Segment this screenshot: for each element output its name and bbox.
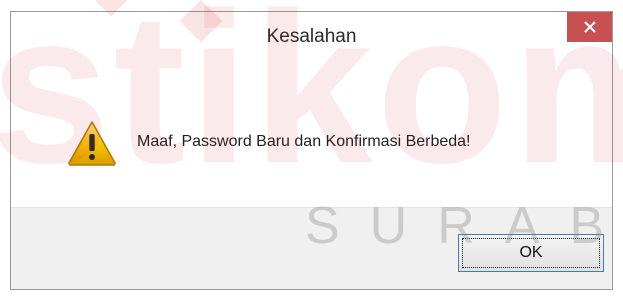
dialog-content: Maaf, Password Baru dan Konfirmasi Berbe… xyxy=(11,62,612,207)
close-icon xyxy=(583,21,596,33)
ok-button-label: OK xyxy=(462,238,600,268)
screen: Kesalahan Maaf, Password Baru dan Konfir… xyxy=(0,0,623,301)
close-button[interactable] xyxy=(567,12,612,42)
error-message: Maaf, Password Baru dan Konfirmasi Berbe… xyxy=(137,133,471,150)
dialog-footer: OK xyxy=(11,207,612,289)
dialog-title: Kesalahan xyxy=(266,26,357,47)
warning-icon xyxy=(68,121,116,166)
dialog-titlebar[interactable]: Kesalahan xyxy=(11,12,612,62)
error-dialog: Kesalahan Maaf, Password Baru dan Konfir… xyxy=(10,11,613,290)
ok-button[interactable]: OK xyxy=(458,234,604,272)
